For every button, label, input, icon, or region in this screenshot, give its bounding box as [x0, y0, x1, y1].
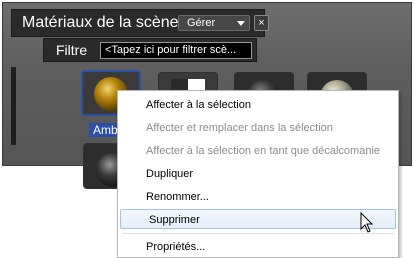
menu-item-assign-replace[interactable]: Affecter et remplacer dans la sélection — [118, 118, 398, 138]
menu-item-duplicate[interactable]: Dupliquer — [118, 164, 398, 184]
chevron-down-icon — [237, 21, 245, 26]
close-icon: × — [258, 17, 265, 29]
filter-input[interactable]: <Tapez ici pour filtrer scè... — [100, 42, 252, 59]
menu-separator — [122, 233, 394, 234]
manage-dropdown[interactable]: Gérer — [178, 15, 250, 31]
menu-item-properties[interactable]: Propriétés... — [118, 237, 398, 257]
menu-item-rename[interactable]: Renommer... — [118, 187, 398, 207]
menu-item-assign-decal[interactable]: Affecter à la sélection en tant que déca… — [118, 141, 398, 161]
panel-title: Matériaux de la scène — [22, 14, 179, 31]
scrollbar[interactable] — [11, 67, 16, 145]
manage-dropdown-label: Gérer — [187, 17, 216, 29]
mouse-cursor-icon — [360, 212, 374, 233]
close-button[interactable]: × — [254, 15, 269, 31]
filter-bar: Filtre <Tapez ici pour filtrer scè... — [43, 38, 257, 62]
material-label: Amb — [93, 123, 118, 137]
menu-item-assign-selection[interactable]: Affecter à la sélection — [118, 95, 398, 115]
filter-label: Filtre — [56, 42, 88, 58]
menu-item-delete[interactable]: Supprimer — [120, 209, 396, 229]
panel-header: Matériaux de la scène Gérer × — [11, 9, 269, 37]
context-menu: Affecter à la sélection Affecter et remp… — [117, 90, 399, 258]
